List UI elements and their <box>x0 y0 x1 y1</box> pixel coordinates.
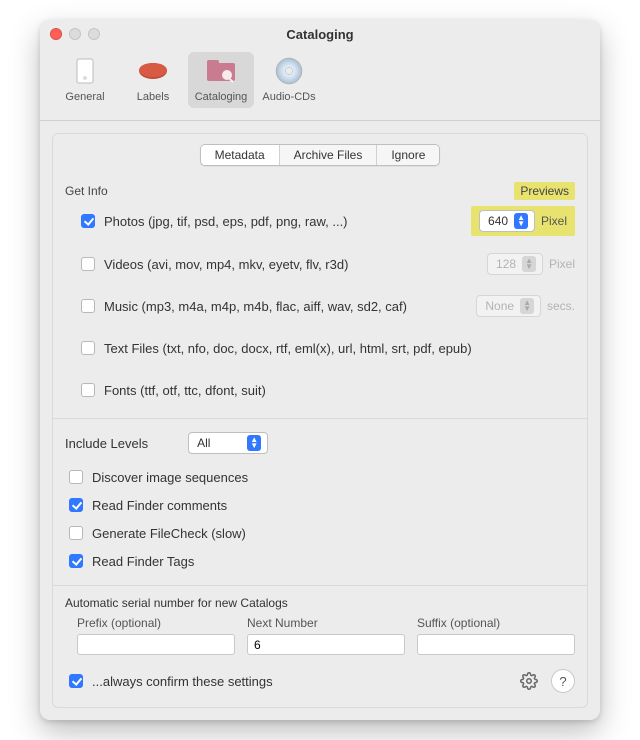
settings-button[interactable] <box>517 669 541 693</box>
always-confirm-label: ...always confirm these settings <box>92 674 273 689</box>
read-tags-label: Read Finder Tags <box>92 554 194 569</box>
fonts-label: Fonts (ttf, otf, ttc, dfont, suit) <box>104 383 266 398</box>
discover-sequences-label: Discover image sequences <box>92 470 248 485</box>
filecheck-input[interactable] <box>69 526 83 540</box>
sub-tabs: Metadata Archive Files Ignore <box>65 144 575 166</box>
serial-next-input[interactable] <box>247 634 405 655</box>
get-info-header: Get Info <box>65 184 108 198</box>
serial-suffix-input[interactable] <box>417 634 575 655</box>
discover-sequences-input[interactable] <box>69 470 83 484</box>
videos-checkbox[interactable]: Videos (avi, mov, mp4, mkv, eyetv, flv, … <box>77 254 348 274</box>
serial-suffix-label: Suffix (optional) <box>417 616 575 630</box>
divider <box>53 418 587 419</box>
toolbar-general-label: General <box>65 91 104 103</box>
include-levels-value: All <box>197 436 210 450</box>
serial-prefix-label: Prefix (optional) <box>77 616 235 630</box>
read-comments-input[interactable] <box>69 498 83 512</box>
fonts-checkbox[interactable]: Fonts (ttf, otf, ttc, dfont, suit) <box>77 380 266 400</box>
always-confirm-input[interactable] <box>69 674 83 688</box>
toolbar-cataloging[interactable]: Cataloging <box>188 52 254 108</box>
close-window-button[interactable] <box>50 28 62 40</box>
preferences-window: Cataloging General Labels Cataloging Aud… <box>40 20 600 720</box>
window-controls <box>50 28 100 40</box>
select-arrows-icon: ▲▼ <box>520 298 534 314</box>
toolbar-audio[interactable]: Audio-CDs <box>256 52 322 108</box>
serial-section: Automatic serial number for new Catalogs… <box>65 596 575 655</box>
text-checkbox-input[interactable] <box>81 341 95 355</box>
music-checkbox[interactable]: Music (mp3, m4a, m4p, m4b, flac, aiff, w… <box>77 296 407 316</box>
preferences-toolbar: General Labels Cataloging Audio-CDs <box>40 48 600 121</box>
music-label: Music (mp3, m4a, m4p, m4b, flac, aiff, w… <box>104 299 407 314</box>
serial-next-label: Next Number <box>247 616 405 630</box>
select-arrows-icon: ▲▼ <box>247 435 261 451</box>
tab-ignore[interactable]: Ignore <box>377 145 439 165</box>
toolbar-general[interactable]: General <box>52 52 118 108</box>
filecheck-label: Generate FileCheck (slow) <box>92 526 246 541</box>
tab-archive[interactable]: Archive Files <box>280 145 378 165</box>
read-tags-checkbox[interactable]: Read Finder Tags <box>65 551 194 571</box>
photos-label: Photos (jpg, tif, psd, eps, pdf, png, ra… <box>104 214 348 229</box>
stepper-arrows-icon: ▲▼ <box>514 213 528 229</box>
toolbar-labels[interactable]: Labels <box>120 52 186 108</box>
get-info-section: Get Info Previews Photos (jpg, tif, psd,… <box>65 178 575 404</box>
photos-preview-size[interactable]: 640 ▲▼ <box>479 210 535 232</box>
read-comments-checkbox[interactable]: Read Finder comments <box>65 495 227 515</box>
discover-sequences-checkbox[interactable]: Discover image sequences <box>65 467 248 487</box>
serial-header: Automatic serial number for new Catalogs <box>65 596 575 610</box>
labels-icon <box>137 55 169 87</box>
toolbar-cataloging-label: Cataloging <box>195 91 248 103</box>
disc-icon <box>273 55 305 87</box>
photos-checkbox-input[interactable] <box>81 214 95 228</box>
music-preview-select: None ▲▼ <box>476 295 541 317</box>
stepper-arrows-icon: ▲▼ <box>522 256 536 272</box>
text-checkbox[interactable]: Text Files (txt, nfo, doc, docx, rtf, em… <box>77 338 472 358</box>
filecheck-checkbox[interactable]: Generate FileCheck (slow) <box>65 523 246 543</box>
previews-header: Previews <box>520 184 569 198</box>
photos-preview-value: 640 <box>488 214 508 228</box>
titlebar: Cataloging <box>40 20 600 48</box>
always-confirm-checkbox[interactable]: ...always confirm these settings <box>65 671 273 691</box>
question-icon: ? <box>559 674 566 689</box>
include-levels-label: Include Levels <box>65 436 148 451</box>
music-unit: secs. <box>547 299 575 313</box>
videos-preview-value: 128 <box>496 257 516 271</box>
include-levels-select[interactable]: All ▲▼ <box>188 432 268 454</box>
minimize-window-button[interactable] <box>69 28 81 40</box>
content-inset: Metadata Archive Files Ignore Get Info P… <box>52 133 588 708</box>
videos-preview-size: 128 ▲▼ <box>487 253 543 275</box>
photos-checkbox[interactable]: Photos (jpg, tif, psd, eps, pdf, png, ra… <box>77 211 348 231</box>
divider <box>53 585 587 586</box>
zoom-window-button[interactable] <box>88 28 100 40</box>
fonts-checkbox-input[interactable] <box>81 383 95 397</box>
gear-icon <box>520 672 538 690</box>
read-comments-label: Read Finder comments <box>92 498 227 513</box>
text-label: Text Files (txt, nfo, doc, docx, rtf, em… <box>104 341 472 356</box>
window-title: Cataloging <box>40 27 600 42</box>
music-preview-value: None <box>485 299 514 313</box>
music-checkbox-input[interactable] <box>81 299 95 313</box>
tab-metadata[interactable]: Metadata <box>201 145 280 165</box>
help-button[interactable]: ? <box>551 669 575 693</box>
general-icon <box>69 55 101 87</box>
videos-checkbox-input[interactable] <box>81 257 95 271</box>
videos-unit: Pixel <box>549 257 575 271</box>
videos-label: Videos (avi, mov, mp4, mkv, eyetv, flv, … <box>104 257 348 272</box>
body-panel: Metadata Archive Files Ignore Get Info P… <box>40 121 600 720</box>
photos-unit: Pixel <box>541 214 567 228</box>
serial-prefix-input[interactable] <box>77 634 235 655</box>
toolbar-audio-label: Audio-CDs <box>262 91 315 103</box>
read-tags-input[interactable] <box>69 554 83 568</box>
toolbar-labels-label: Labels <box>137 91 169 103</box>
cataloging-icon <box>205 55 237 87</box>
